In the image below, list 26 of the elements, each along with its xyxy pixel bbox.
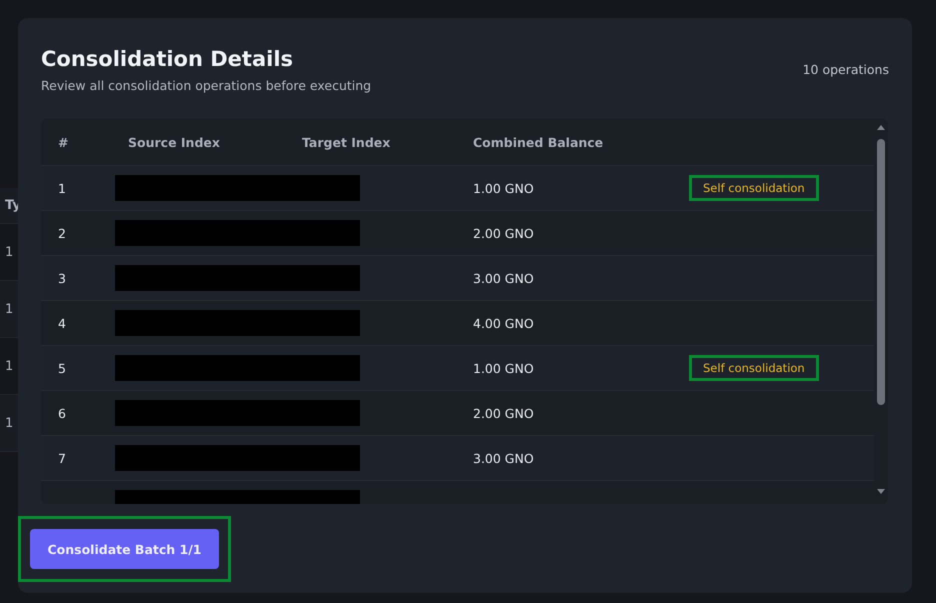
balance-cell-text: 1.00 GNO xyxy=(472,360,535,376)
column-header: # xyxy=(57,134,70,150)
row-number: 2 xyxy=(57,226,67,240)
row-number: 6 xyxy=(57,406,67,420)
row-number: 4 xyxy=(57,316,67,330)
row-number: 1 xyxy=(57,180,67,196)
balance-cell-text: 4.00 GNO xyxy=(472,316,535,330)
scroll-up-icon[interactable] xyxy=(876,123,886,131)
consolidate-button[interactable]: Consolidate Batch 1/1 xyxy=(30,529,218,569)
operations-count: 10 operations xyxy=(802,62,889,77)
status-badge: Self consolidation xyxy=(689,175,819,201)
balance-cell-text: 3.00 GNO xyxy=(472,450,535,466)
balance-cell-text: 1.00 GNO xyxy=(472,180,535,196)
balance-cell-text: 2.00 GNO xyxy=(472,406,535,420)
column-header: Combined Balance xyxy=(472,134,604,150)
balance-cell-text: 2.00 GNO xyxy=(472,226,535,240)
column-header: Source Index xyxy=(127,134,221,150)
status-badge: Self consolidation xyxy=(689,355,819,381)
row-number: 3 xyxy=(57,270,67,286)
row-number: 7 xyxy=(57,450,67,466)
scroll-down-icon[interactable] xyxy=(876,488,886,496)
column-header: Target Index xyxy=(301,134,392,150)
balance-cell-text: 3.00 GNO xyxy=(472,270,535,286)
modal-title: Consolidation Details xyxy=(41,46,294,73)
row-number: 5 xyxy=(57,360,67,376)
modal-subtitle: Review all consolidation operations before executing xyxy=(41,78,372,93)
